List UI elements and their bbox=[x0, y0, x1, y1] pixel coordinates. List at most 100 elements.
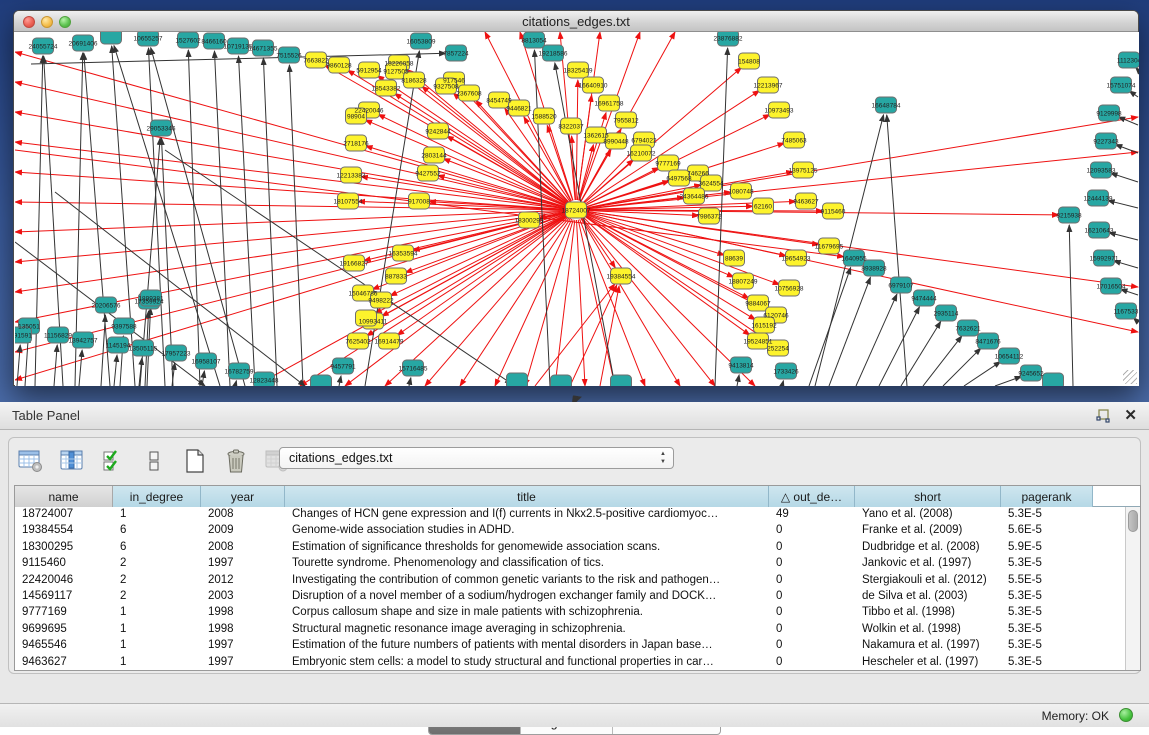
table-cell[interactable]: Nakamura et al. (1997) bbox=[855, 638, 1001, 654]
network-canvas[interactable]: 2405572420691406106552571527602846616010… bbox=[15, 32, 1139, 386]
graph-edge[interactable] bbox=[995, 376, 1022, 386]
graph-edge[interactable] bbox=[15, 211, 566, 262]
graph-node-teal[interactable] bbox=[1043, 373, 1064, 386]
table-cell[interactable]: 1 bbox=[113, 622, 201, 638]
table-cell[interactable]: 0 bbox=[769, 655, 855, 671]
table-cell[interactable]: 5.3E-5 bbox=[1001, 638, 1093, 654]
create-table-button[interactable] bbox=[181, 447, 209, 475]
table-cell[interactable]: 5.3E-5 bbox=[1001, 556, 1093, 572]
table-cell[interactable]: 9777169 bbox=[15, 605, 113, 621]
graph-edge[interactable] bbox=[1069, 225, 1073, 386]
table-settings-button[interactable] bbox=[17, 447, 45, 475]
graph-edge[interactable] bbox=[15, 52, 566, 207]
table-cell[interactable]: 1997 bbox=[201, 655, 285, 671]
column-header-out_de[interactable]: △ out_de… bbox=[769, 486, 855, 507]
table-cell[interactable]: Estimation of the future numbers of pati… bbox=[285, 638, 769, 654]
graph-edge[interactable] bbox=[879, 307, 919, 386]
table-cell[interactable]: 18724007 bbox=[15, 507, 113, 523]
table-cell[interactable]: 5.5E-5 bbox=[1001, 573, 1093, 589]
graph-edge[interactable] bbox=[943, 348, 981, 386]
column-header-title[interactable]: title bbox=[285, 486, 769, 507]
graph-edge[interactable] bbox=[1118, 117, 1138, 125]
table-cell[interactable]: 0 bbox=[769, 556, 855, 572]
table-row[interactable]: 1830029562008Estimation of significance … bbox=[15, 540, 1140, 556]
graph-edge[interactable] bbox=[15, 172, 566, 209]
table-cell[interactable]: Tourette syndrome. Phenomenology and cla… bbox=[285, 556, 769, 572]
graph-edge[interactable] bbox=[101, 315, 105, 386]
column-header-year[interactable]: year bbox=[201, 486, 285, 507]
table-cell[interactable]: Yano et al. (2008) bbox=[855, 507, 1001, 523]
table-cell[interactable]: 6 bbox=[113, 523, 201, 539]
table-cell[interactable]: Genome-wide association studies in ADHD. bbox=[285, 523, 769, 539]
column-header-short[interactable]: short bbox=[855, 486, 1001, 507]
column-header-in_degree[interactable]: in_degree bbox=[113, 486, 201, 507]
table-cell[interactable]: 5.3E-5 bbox=[1001, 605, 1093, 621]
graph-edge[interactable] bbox=[923, 336, 962, 386]
table-cell[interactable]: Dudbridge et al. (2008) bbox=[855, 540, 1001, 556]
graph-edge[interactable] bbox=[737, 375, 739, 386]
graph-edge[interactable] bbox=[809, 267, 851, 386]
graph-edge[interactable] bbox=[114, 46, 220, 386]
graph-edge[interactable] bbox=[15, 142, 566, 209]
table-cell[interactable]: 22420046 bbox=[15, 573, 113, 589]
table-cell[interactable]: 6 bbox=[113, 540, 201, 556]
table-cell[interactable]: 0 bbox=[769, 523, 855, 539]
table-cell[interactable]: Hescheler et al. (1997) bbox=[855, 655, 1001, 671]
table-cell[interactable]: 1997 bbox=[201, 638, 285, 654]
table-cell[interactable]: 2008 bbox=[201, 507, 285, 523]
table-cell[interactable]: 5.9E-5 bbox=[1001, 540, 1093, 556]
table-row[interactable]: 1872400712008Changes of HCN gene express… bbox=[15, 507, 1140, 523]
float-window-icon[interactable] bbox=[1095, 408, 1111, 424]
delete-rows-button[interactable] bbox=[222, 447, 250, 475]
graph-edge[interactable] bbox=[112, 46, 135, 386]
table-cell[interactable]: Tibbo et al. (1998) bbox=[855, 605, 1001, 621]
table-cell[interactable]: 2003 bbox=[201, 589, 285, 605]
table-cell[interactable]: 19384554 bbox=[15, 523, 113, 539]
column-header-pagerank[interactable]: pagerank bbox=[1001, 486, 1093, 507]
table-row[interactable]: 2242004622012Investigating the contribut… bbox=[15, 573, 1140, 589]
table-selector-dropdown[interactable]: citations_edges.txt ▲▼ bbox=[279, 447, 674, 469]
table-cell[interactable]: 1998 bbox=[201, 622, 285, 638]
table-cell[interactable]: 0 bbox=[769, 573, 855, 589]
graph-edge[interactable] bbox=[235, 381, 236, 386]
table-cell[interactable]: 0 bbox=[769, 605, 855, 621]
row-options-button[interactable] bbox=[140, 447, 168, 475]
graph-node-teal[interactable] bbox=[507, 373, 528, 386]
graph-edge[interactable] bbox=[829, 277, 870, 386]
table-cell[interactable]: 9115460 bbox=[15, 556, 113, 572]
table-cell[interactable]: 5.6E-5 bbox=[1001, 523, 1093, 539]
table-row[interactable]: 946554611997Estimation of the future num… bbox=[15, 638, 1140, 654]
graph-edge[interactable] bbox=[495, 219, 572, 386]
graph-edge[interactable] bbox=[375, 215, 567, 314]
graph-edge[interactable] bbox=[35, 56, 43, 386]
table-cell[interactable]: de Silva et al. (2003) bbox=[855, 589, 1001, 605]
graph-edge[interactable] bbox=[289, 65, 303, 386]
graph-edge[interactable] bbox=[214, 51, 230, 386]
table-cell[interactable]: 1998 bbox=[201, 605, 285, 621]
table-cell[interactable]: 2009 bbox=[201, 523, 285, 539]
table-cell[interactable]: 1 bbox=[113, 638, 201, 654]
graph-node-teal[interactable] bbox=[611, 375, 632, 386]
graph-edge[interactable] bbox=[577, 95, 591, 200]
table-cell[interactable]: Investigating the contribution of common… bbox=[285, 573, 769, 589]
table-row[interactable]: 1456911722003Disruption of a novel membe… bbox=[15, 589, 1140, 605]
table-cell[interactable]: 18300295 bbox=[15, 540, 113, 556]
window-resize-grip[interactable] bbox=[1123, 370, 1137, 384]
graph-edge[interactable] bbox=[582, 218, 715, 386]
table-vertical-scrollbar[interactable] bbox=[1125, 507, 1140, 670]
table-cell[interactable]: Wolkin et al. (1998) bbox=[855, 622, 1001, 638]
table-cell[interactable]: 2008 bbox=[201, 540, 285, 556]
graph-edge[interactable] bbox=[15, 242, 205, 386]
table-cell[interactable]: 0 bbox=[769, 622, 855, 638]
table-cell[interactable]: 2 bbox=[113, 589, 201, 605]
table-cell[interactable]: 2 bbox=[113, 556, 201, 572]
table-cell[interactable]: 9465546 bbox=[15, 638, 113, 654]
table-cell[interactable]: 1 bbox=[113, 605, 201, 621]
table-cell[interactable]: Stergiakouli et al. (2012) bbox=[855, 573, 1001, 589]
window-titlebar[interactable]: citations_edges.txt bbox=[14, 11, 1138, 32]
table-cell[interactable]: Jankovic et al. (1997) bbox=[855, 556, 1001, 572]
table-cell[interactable]: Corpus callosum shape and size in male p… bbox=[285, 605, 769, 621]
table-cell[interactable]: 49 bbox=[769, 507, 855, 523]
table-cell[interactable]: 2012 bbox=[201, 573, 285, 589]
table-row[interactable]: 969969511998Structural magnetic resonanc… bbox=[15, 622, 1140, 638]
